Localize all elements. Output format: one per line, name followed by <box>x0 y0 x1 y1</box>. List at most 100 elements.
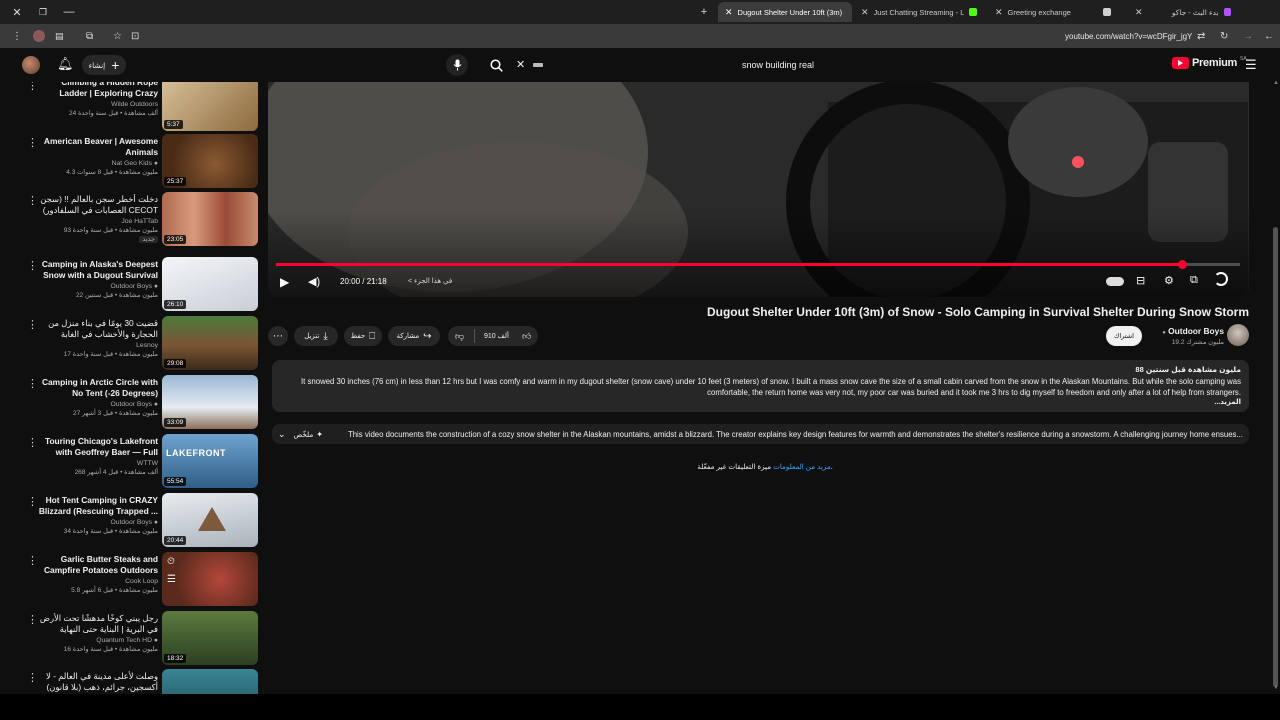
forward-icon[interactable]: → <box>1243 31 1253 42</box>
extensions-icon[interactable]: ▤ <box>55 31 64 42</box>
progress-bar[interactable] <box>276 260 1240 269</box>
channel-name[interactable]: Outdoor Boys <box>110 283 152 290</box>
more-actions-icon[interactable]: ⋮ <box>27 615 38 626</box>
channel-info[interactable]: ● Outdoor Boys 19.2 مليون مشترك <box>1152 326 1224 346</box>
more-actions-icon[interactable]: ⋮ <box>27 497 38 508</box>
create-button[interactable]: إنشاء + <box>82 55 126 75</box>
translate-icon[interactable]: ⇄ <box>1197 31 1205 42</box>
channel-name[interactable]: Lesnoy <box>38 342 158 349</box>
list-item[interactable]: ⋮ وصلت لأعلى مدينة في العالم - لا أكسجين… <box>0 669 262 694</box>
video-thumbnail[interactable]: 25:37 <box>162 134 258 188</box>
list-item[interactable]: ⋮ Climbing a Hidden Rope Ladder | Explor… <box>0 82 262 134</box>
voice-search-button[interactable] <box>446 54 468 76</box>
video-title[interactable]: American Beaver | Awesome Animals <box>38 136 158 158</box>
video-title[interactable]: Garlic Butter Steaks and Campfire Potato… <box>38 554 158 576</box>
notifications-bell-icon[interactable]: 🔔︎ <box>57 56 74 72</box>
channel-name[interactable]: WTTW <box>38 460 158 467</box>
video-player[interactable]: ▶ ◀) 20:00 / 21:18 < في هذا الجزء ⊟ ⚙ ⧉ <box>268 82 1249 297</box>
list-item[interactable]: ⋮ Camping in Arctic Circle with No Tent … <box>0 375 262 432</box>
page-scrollbar[interactable]: ▲ ▼ <box>1272 80 1280 694</box>
subtitles-icon[interactable]: ⊟ <box>1136 274 1145 287</box>
video-thumbnail[interactable]: LAKEFRONT 55:54 <box>162 434 258 488</box>
channel-name[interactable]: Joe HaTTab <box>38 218 158 225</box>
learn-more-link[interactable]: مزيد من المعلومات <box>773 462 831 471</box>
search-button[interactable] <box>484 54 508 76</box>
channel-name[interactable]: Wilde Outdoors <box>38 101 158 108</box>
like-count[interactable]: 910 ألف <box>484 332 509 340</box>
more-actions-icon[interactable]: ⋮ <box>27 556 38 567</box>
restore-window-icon[interactable]: ❐ <box>34 3 52 21</box>
new-tab-icon[interactable]: + <box>695 3 713 21</box>
screenshot-icon[interactable]: ⊡ <box>131 31 139 42</box>
list-item[interactable]: ⋮ Garlic Butter Steaks and Campfire Pota… <box>0 552 262 609</box>
video-title[interactable]: Climbing a Hidden Rope Ladder | Explorin… <box>38 82 158 99</box>
video-title[interactable]: Camping in Alaska's Deepest Snow with a … <box>38 259 158 281</box>
save-button[interactable]: حفظ ⎕ <box>344 326 382 346</box>
channel-name[interactable]: Nat Geo Kids <box>112 160 152 167</box>
more-options-button[interactable]: ⋯ <box>268 326 288 346</box>
avatar[interactable] <box>22 56 40 74</box>
guide-menu-icon[interactable]: ☰ <box>1245 57 1257 73</box>
video-thumbnail[interactable]: 26:10 <box>162 257 258 311</box>
video-thumbnail[interactable]: 33:09 <box>162 375 258 429</box>
list-item[interactable]: ⋮ دخلت أخطر سجن بالعالم !! (سجن العصابات… <box>0 192 262 249</box>
video-thumbnail[interactable]: 5:37 <box>162 82 258 131</box>
chapter-label[interactable]: < في هذا الجزء <box>408 277 452 285</box>
list-item[interactable]: ⋮ Camping in Alaska's Deepest Snow with … <box>0 257 262 314</box>
channel-name[interactable]: Outdoor Boys <box>110 519 152 526</box>
video-thumbnail[interactable]: ⏲ ☰ <box>162 552 258 606</box>
more-actions-icon[interactable]: ⋮ <box>27 379 38 390</box>
video-thumbnail[interactable]: 20:44 <box>162 493 258 547</box>
tab-kick[interactable]: ✕ Just Chatting Streaming - Live St <box>854 2 984 22</box>
channel-name[interactable]: Cook Loop <box>38 578 158 585</box>
play-icon[interactable]: ▶ <box>280 275 289 289</box>
show-more-link[interactable]: ...المزيد <box>280 398 1241 409</box>
menu-dots-icon[interactable]: ⋮ <box>12 31 22 42</box>
more-actions-icon[interactable]: ⋮ <box>27 196 38 207</box>
reload-icon[interactable]: ↻ <box>1220 31 1228 42</box>
more-actions-icon[interactable]: ⋮ <box>27 438 38 449</box>
tab-greeting[interactable]: ✕ Greeting exchange <box>988 2 1118 22</box>
tab-dugout[interactable]: ✕ Dugout Shelter Under 10ft (3m) <box>718 2 852 22</box>
more-actions-icon[interactable]: ⋮ <box>27 320 38 331</box>
volume-icon[interactable]: ◀) <box>308 275 320 288</box>
channel-avatar[interactable] <box>1227 324 1249 346</box>
close-tab-icon[interactable]: ✕ <box>995 7 1003 18</box>
video-title[interactable]: رجل يبني كوخًا مدهشًا تحت الأرض في البري… <box>38 613 158 635</box>
chevron-down-icon[interactable]: ⌄ <box>278 429 286 440</box>
more-actions-icon[interactable]: ⋮ <box>27 673 38 684</box>
close-window-icon[interactable]: ✕ <box>8 3 26 21</box>
more-actions-icon[interactable]: ⋮ <box>27 82 38 92</box>
channel-name[interactable]: Quantum Tech HD <box>96 637 152 644</box>
autoplay-toggle[interactable] <box>1106 277 1124 286</box>
video-title[interactable]: وصلت لأعلى مدينة في العالم - لا أكسجين، … <box>38 671 158 693</box>
add-to-queue-icon[interactable]: ☰ <box>167 574 176 585</box>
minimize-window-icon[interactable]: — <box>60 3 78 21</box>
miniplayer-icon[interactable]: ⧉ <box>1190 274 1198 287</box>
list-item[interactable]: ⋮ American Beaver | Awesome Animals Nat … <box>0 134 262 191</box>
channel-name[interactable]: Outdoor Boys <box>1168 326 1224 336</box>
list-item[interactable]: ⋮ رجل يبني كوخًا مدهشًا تحت الأرض في الب… <box>0 611 262 668</box>
profile-icon[interactable] <box>33 30 45 42</box>
description-box[interactable]: 88 مليون مشاهدة قبل سنتين It snowed 30 i… <box>272 360 1249 412</box>
subscribe-button[interactable]: اشتراك <box>1106 326 1142 346</box>
scroll-down-icon[interactable]: ▼ <box>1273 685 1279 691</box>
channel-name[interactable]: Outdoor Boys <box>110 401 152 408</box>
close-tab-icon[interactable]: ✕ <box>861 7 869 18</box>
video-title[interactable]: دخلت أخطر سجن بالعالم !! (سجن العصابات ف… <box>38 194 158 216</box>
summary-bar[interactable]: ⌄ ملخّص ✦ This video documents the const… <box>272 424 1249 444</box>
dislike-icon[interactable]: 👎︎ <box>455 331 464 342</box>
bookmark-star-icon[interactable]: ☆ <box>113 31 122 42</box>
video-thumbnail[interactable] <box>162 669 258 694</box>
url-field[interactable]: youtube.com/watch?v=wcDFgir_jgY <box>1065 32 1192 41</box>
settings-gear-icon[interactable]: ⚙ <box>1164 274 1174 287</box>
youtube-premium-logo[interactable]: Premium SA <box>1172 56 1247 69</box>
watch-later-icon[interactable]: ⏲ <box>167 556 175 567</box>
more-actions-icon[interactable]: ⋮ <box>27 261 38 272</box>
video-title[interactable]: قضيت 30 يومًا في بناء منزل من الحجارة وا… <box>38 318 158 340</box>
close-tab-icon[interactable]: ✕ <box>725 7 733 18</box>
video-title[interactable]: Hot Tent Camping in CRAZY Blizzard (Resc… <box>38 495 158 517</box>
download-button[interactable]: تنزيل ⤓ <box>294 326 338 346</box>
video-title[interactable]: Touring Chicago's Lakefront with Geoffre… <box>38 436 158 458</box>
back-icon[interactable]: ← <box>1264 31 1274 42</box>
